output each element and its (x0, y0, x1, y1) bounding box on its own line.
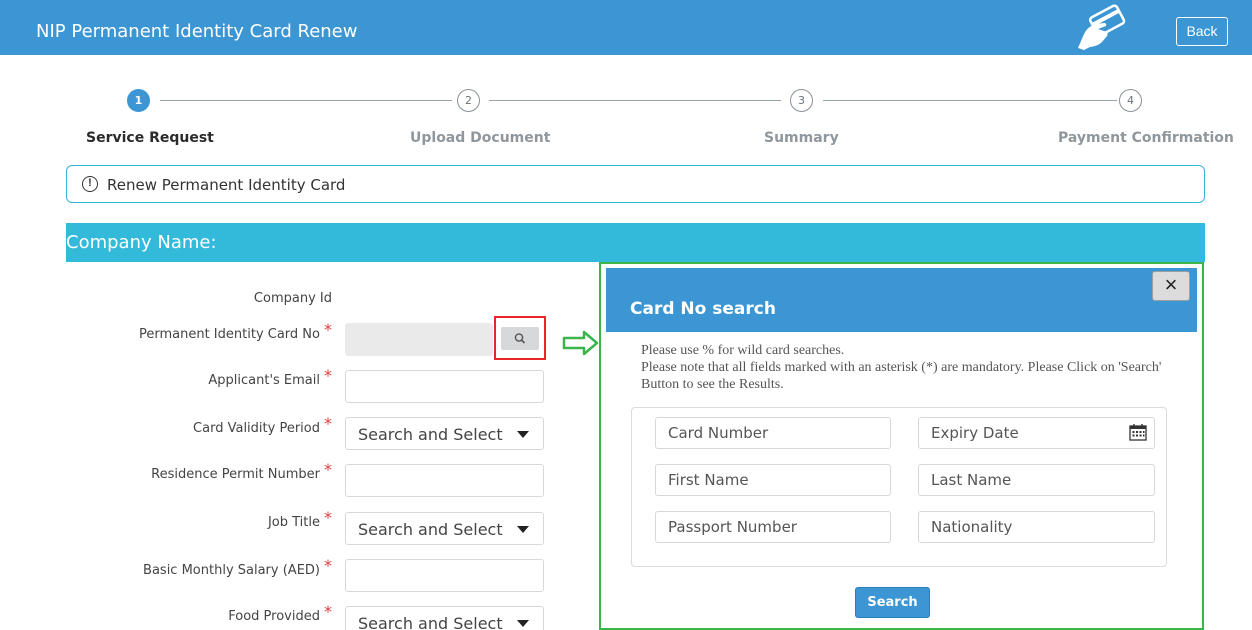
required-mark: * (324, 602, 332, 621)
job-title-label: Job Title * (267, 508, 332, 531)
required-mark: * (324, 556, 332, 575)
step-1-label: Service Request (86, 130, 214, 146)
email-label: Applicant's Email * (208, 366, 332, 389)
card-no-search-button[interactable] (501, 327, 539, 350)
back-button[interactable]: Back (1176, 17, 1228, 46)
search-icon (514, 333, 526, 344)
stepper-connector (489, 100, 781, 101)
company-section-header: Company Name: (66, 223, 1205, 262)
chevron-down-icon (517, 431, 529, 438)
stepper-connector (160, 100, 452, 101)
arrow-right-icon (562, 330, 599, 356)
step-2-indicator[interactable]: 2 (457, 89, 480, 112)
last-name-field[interactable]: Last Name (918, 464, 1155, 496)
header-bar: NIP Permanent Identity Card Renew Back (0, 0, 1252, 55)
food-select-value: Search and Select (358, 614, 503, 630)
validity-select[interactable]: Search and Select (345, 417, 544, 450)
company-section-title: Company Name: (66, 232, 217, 253)
required-mark: * (324, 366, 332, 385)
company-id-label: Company Id (253, 291, 332, 306)
job-title-select[interactable]: Search and Select (345, 512, 544, 545)
step-3-indicator[interactable]: 3 (790, 89, 813, 112)
validity-select-value: Search and Select (358, 425, 503, 444)
expiry-date-field[interactable]: Expiry Date (918, 417, 1155, 449)
validity-label: Card Validity Period * (193, 414, 332, 437)
step-1-indicator[interactable]: 1 (127, 89, 150, 112)
page: NIP Permanent Identity Card Renew Back 1… (0, 0, 1252, 630)
job-title-select-value: Search and Select (358, 520, 503, 539)
required-mark: * (324, 460, 332, 479)
required-mark: * (324, 320, 332, 339)
modal-close-button[interactable]: × (1152, 271, 1190, 301)
required-mark: * (324, 508, 332, 527)
food-select[interactable]: Search and Select (345, 606, 544, 630)
chevron-down-icon (517, 526, 529, 533)
card-no-label: Permanent Identity Card No * (138, 320, 332, 343)
first-name-field[interactable]: First Name (655, 464, 891, 496)
info-text: Renew Permanent Identity Card (107, 176, 346, 194)
salary-input[interactable] (345, 559, 544, 592)
info-icon: ! (82, 176, 98, 192)
step-2-label: Upload Document (410, 130, 551, 146)
modal-instruction-line: Please use % for wild card searches. (641, 343, 845, 358)
required-mark: * (324, 414, 332, 433)
step-4-indicator[interactable]: 4 (1119, 89, 1142, 112)
card-number-field[interactable]: Card Number (655, 417, 891, 449)
card-hand-icon (1078, 4, 1126, 50)
modal-header: Card No search (606, 268, 1197, 332)
page-title: NIP Permanent Identity Card Renew (36, 21, 358, 42)
step-4-label: Payment Confirmation (1058, 130, 1234, 146)
modal-instruction-line: Please note that all fields marked with … (641, 360, 1162, 392)
residence-input[interactable] (345, 464, 544, 497)
calendar-icon[interactable] (1129, 423, 1147, 441)
residence-label: Residence Permit Number * (151, 460, 332, 483)
modal-instructions: Please use % for wild card searches. Ple… (641, 342, 1181, 393)
modal-search-button[interactable]: Search (855, 587, 930, 618)
nationality-field[interactable]: Nationality (918, 511, 1155, 543)
step-3-label: Summary (764, 130, 839, 146)
stepper-connector (823, 100, 1117, 101)
info-banner: ! Renew Permanent Identity Card (66, 165, 1205, 203)
email-input[interactable] (345, 370, 544, 403)
modal-title: Card No search (630, 299, 776, 319)
card-no-input[interactable] (345, 323, 493, 356)
food-label: Food Provided * (228, 602, 332, 625)
card-no-search-highlight[interactable] (494, 316, 546, 360)
salary-label: Basic Monthly Salary (AED) * (143, 556, 332, 579)
passport-number-field[interactable]: Passport Number (655, 511, 891, 543)
chevron-down-icon (517, 620, 529, 627)
